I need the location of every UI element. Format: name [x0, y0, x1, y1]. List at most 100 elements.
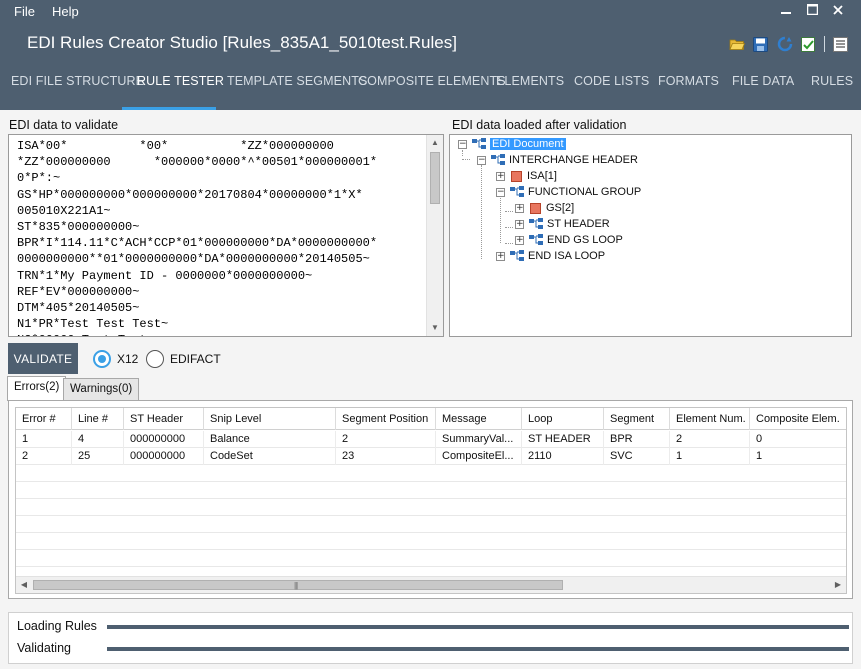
tab-rules[interactable]: RULES: [811, 74, 853, 88]
collapse-icon[interactable]: −: [458, 139, 467, 149]
tree-connector: [481, 165, 482, 259]
column-header[interactable]: Loop: [522, 408, 604, 430]
tree-node-st-header[interactable]: + ST HEADER: [515, 216, 610, 232]
expand-icon[interactable]: +: [496, 251, 505, 261]
open-folder-icon[interactable]: [726, 34, 747, 54]
validate-icon[interactable]: [798, 34, 819, 54]
main-tabs: EDI FILE STRUCTURE RULE TESTER TEMPLATE …: [0, 64, 861, 110]
column-header[interactable]: Composite Elem.: [750, 408, 846, 430]
status-panel: Loading Rules Validating: [8, 612, 853, 664]
table-row[interactable]: 2 25 000000000 CodeSet 23 CompositeEl...…: [16, 448, 846, 465]
list-icon[interactable]: [830, 34, 851, 54]
tab-formats[interactable]: FORMATS: [658, 74, 719, 88]
save-icon[interactable]: [750, 34, 771, 54]
column-header[interactable]: Snip Level: [204, 408, 336, 430]
app-window: File Help EDI Rules Creator Studio [Rule…: [0, 0, 861, 669]
minimize-icon: [781, 12, 791, 14]
tree-structure-icon: [528, 234, 544, 246]
table-cell: 2: [16, 448, 72, 465]
close-icon: [833, 5, 843, 15]
table-cell: 2: [336, 431, 436, 448]
column-header[interactable]: Error #: [16, 408, 72, 430]
edi-input-text[interactable]: ISA*00* *00* *ZZ*000000000 *ZZ*000000000…: [17, 138, 421, 336]
collapse-icon[interactable]: −: [477, 155, 486, 165]
tab-composite-elements[interactable]: COMPOSITE ELEMENTS: [358, 74, 506, 88]
expand-icon[interactable]: +: [496, 171, 505, 181]
scroll-thumb[interactable]: [430, 152, 440, 204]
tree-label: EDI data loaded after validation: [452, 118, 627, 132]
scroll-right-icon[interactable]: ▶: [830, 577, 846, 593]
tree-node-interchange-header[interactable]: − INTERCHANGE HEADER: [477, 152, 638, 168]
empty-row: [16, 550, 846, 567]
grip-icon: |||: [294, 581, 298, 590]
expand-icon[interactable]: +: [515, 203, 524, 213]
toolbar-separator: [824, 36, 825, 52]
tree-label-st-header: ST HEADER: [547, 218, 610, 230]
radio-x12[interactable]: X12: [93, 349, 138, 369]
tree-node-isa[interactable]: + ISA[1]: [496, 168, 557, 184]
tree-label-root: EDI Document: [490, 138, 566, 150]
tab-code-lists[interactable]: CODE LISTS: [574, 74, 649, 88]
title-bar: EDI Rules Creator Studio [Rules_835A1_50…: [0, 24, 861, 64]
minimize-button[interactable]: [776, 2, 796, 20]
table-cell: 25: [72, 448, 124, 465]
column-header[interactable]: Message: [436, 408, 522, 430]
tree-structure-icon: [471, 138, 487, 150]
scroll-up-icon[interactable]: ▲: [427, 135, 443, 151]
refresh-icon[interactable]: [774, 34, 795, 54]
column-header[interactable]: Segment Position: [336, 408, 436, 430]
edi-input-scrollbar[interactable]: ▲ ▼: [426, 135, 443, 336]
menu-help[interactable]: Help: [52, 4, 79, 19]
scroll-left-icon[interactable]: ◀: [16, 577, 32, 593]
tab-template-segments[interactable]: TEMPLATE SEGMENTS: [227, 74, 367, 88]
table-row[interactable]: 1 4 000000000 Balance 2 SummaryVal... ST…: [16, 431, 846, 448]
tab-errors[interactable]: Errors(2): [7, 376, 67, 401]
tab-rule-tester[interactable]: RULE TESTER: [137, 74, 224, 88]
tree-structure-icon: [509, 186, 525, 198]
table-horizontal-scrollbar[interactable]: ◀ ||| ▶: [16, 576, 846, 593]
empty-row: [16, 465, 846, 482]
expand-icon[interactable]: +: [515, 219, 524, 229]
table-cell: CompositeEl...: [436, 448, 522, 465]
tree-connector: [462, 159, 470, 160]
tab-elements[interactable]: ELEMENTS: [496, 74, 564, 88]
column-header[interactable]: Line #: [72, 408, 124, 430]
expand-icon[interactable]: +: [515, 235, 524, 245]
column-header[interactable]: Segment: [604, 408, 670, 430]
maximize-button[interactable]: [802, 2, 822, 20]
tree-label-gs: GS[2]: [546, 202, 575, 214]
table-cell: BPR: [604, 431, 670, 448]
tab-edi-file-structure[interactable]: EDI FILE STRUCTURE: [11, 74, 144, 88]
radio-unchecked-icon[interactable]: [146, 350, 164, 368]
table-cell: ST HEADER: [522, 431, 604, 448]
scroll-thumb[interactable]: |||: [33, 580, 563, 590]
errors-panel: Error # Line # ST Header Snip Level Segm…: [8, 400, 853, 599]
column-header[interactable]: Element Num.: [670, 408, 750, 430]
tree-node-functional-group[interactable]: − FUNCTIONAL GROUP: [496, 184, 641, 200]
validate-button[interactable]: VALIDATE: [8, 343, 78, 374]
table-cell: 000000000: [124, 448, 204, 465]
tree-node-root[interactable]: − EDI Document: [458, 136, 566, 152]
menubar: File Help: [0, 0, 861, 24]
collapse-icon[interactable]: −: [496, 187, 505, 197]
table-cell: 1: [670, 448, 750, 465]
empty-row: [16, 482, 846, 499]
tree-node-end-gs-loop[interactable]: + END GS LOOP: [515, 232, 623, 248]
tab-file-data[interactable]: FILE DATA: [732, 74, 794, 88]
errors-table[interactable]: Error # Line # ST Header Snip Level Segm…: [15, 407, 847, 594]
tab-warnings[interactable]: Warnings(0): [63, 378, 140, 400]
tree-label-end-isa-loop: END ISA LOOP: [528, 250, 606, 262]
menu-file[interactable]: File: [14, 4, 35, 19]
edi-tree-view[interactable]: − EDI Document − INTERCHANGE HEADER + IS…: [449, 134, 852, 337]
tree-label-functional-group: FUNCTIONAL GROUP: [528, 186, 642, 198]
tree-node-end-isa-loop[interactable]: + END ISA LOOP: [496, 248, 605, 264]
radio-checked-icon[interactable]: [93, 350, 111, 368]
close-button[interactable]: [828, 2, 848, 20]
edi-input-textarea[interactable]: ISA*00* *00* *ZZ*000000000 *ZZ*000000000…: [8, 134, 444, 337]
edi-input-label: EDI data to validate: [9, 118, 119, 132]
tree-structure-icon: [509, 250, 525, 262]
tree-node-gs[interactable]: + GS[2]: [515, 200, 574, 216]
radio-edifact[interactable]: EDIFACT: [146, 349, 221, 369]
column-header[interactable]: ST Header: [124, 408, 204, 430]
scroll-down-icon[interactable]: ▼: [427, 320, 443, 336]
